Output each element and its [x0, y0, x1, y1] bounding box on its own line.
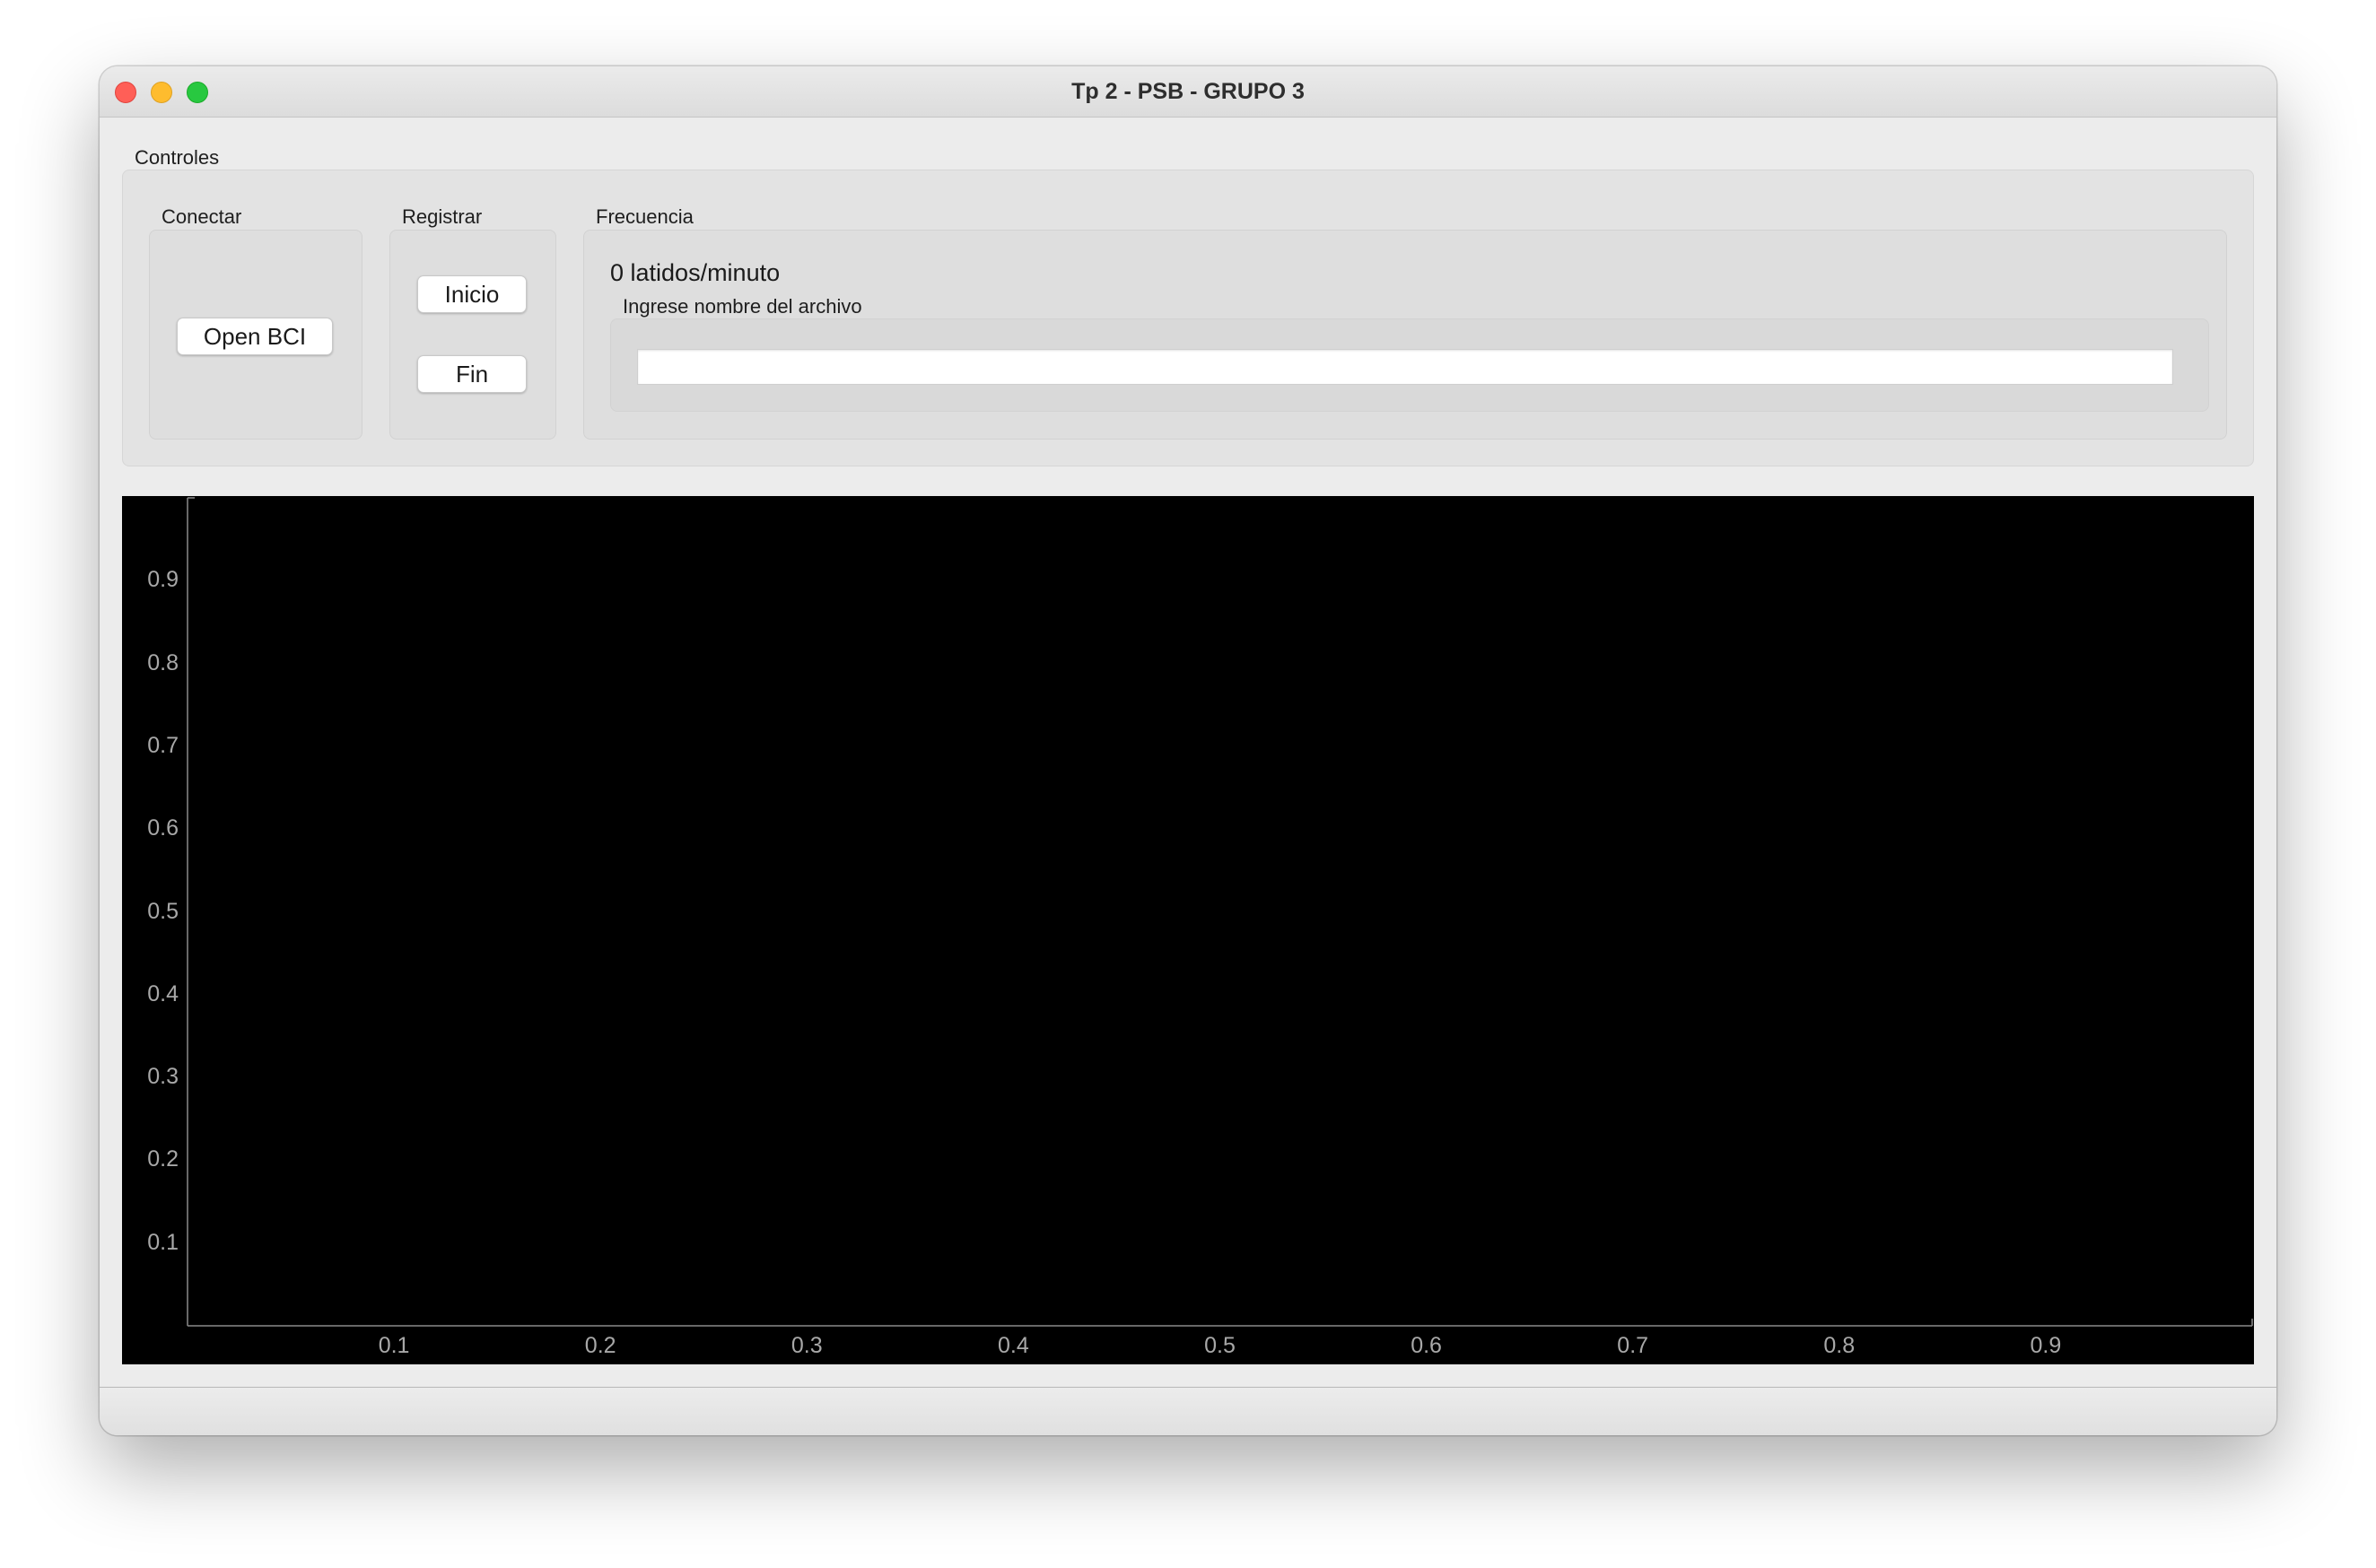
file-name-group-label: Ingrese nombre del archivo [623, 295, 862, 318]
title-bar[interactable]: Tp 2 - PSB - GRUPO 3 [100, 66, 2276, 118]
registrar-group-label: Registrar [402, 205, 483, 228]
x-tick-label: 0.1 [378, 1333, 410, 1358]
app-window: Tp 2 - PSB - GRUPO 3 Controles Conectar … [100, 66, 2276, 1435]
y-tick-label: 0.8 [147, 649, 179, 675]
x-tick-label: 0.8 [1823, 1333, 1856, 1358]
fin-button[interactable]: Fin [417, 355, 527, 393]
y-tick-label: 0.1 [147, 1229, 179, 1255]
x-tick-label: 0.2 [584, 1333, 616, 1358]
x-tick-label: 0.9 [2030, 1333, 2062, 1358]
y-tick-label: 0.7 [147, 732, 179, 758]
registrar-group [389, 230, 556, 440]
x-tick-label: 0.5 [1204, 1333, 1236, 1358]
y-tick-label: 0.2 [147, 1146, 179, 1172]
x-tick-label: 0.3 [791, 1333, 823, 1358]
y-tick-label: 0.9 [147, 567, 179, 593]
file-name-input[interactable] [637, 349, 2173, 385]
x-tick-label: 0.4 [998, 1333, 1029, 1358]
y-tick-label: 0.4 [147, 980, 179, 1006]
frecuencia-group-label: Frecuencia [596, 205, 694, 228]
inicio-button[interactable]: Inicio [417, 275, 527, 313]
window-title: Tp 2 - PSB - GRUPO 3 [1071, 79, 1305, 104]
y-tick-label: 0.6 [147, 815, 179, 841]
controls-group-label: Controles [135, 146, 220, 169]
open-bci-button[interactable]: Open BCI [177, 318, 333, 355]
bottom-status-bar [100, 1387, 2276, 1435]
y-tick-label: 0.5 [147, 898, 179, 924]
heart-rate-readout: 0 latidos/minuto [610, 259, 781, 286]
plot-axes [187, 497, 2253, 1327]
y-tick-label: 0.3 [147, 1064, 179, 1090]
x-tick-label: 0.6 [1411, 1333, 1442, 1358]
signal-plot[interactable]: 0.1 0.2 0.3 0.4 0.5 0.6 0.7 0.8 0.9 0.1 0.2 0.3 0.4… [122, 496, 2254, 1364]
x-tick-label: 0.7 [1617, 1333, 1649, 1358]
conectar-group-label: Conectar [162, 205, 242, 228]
